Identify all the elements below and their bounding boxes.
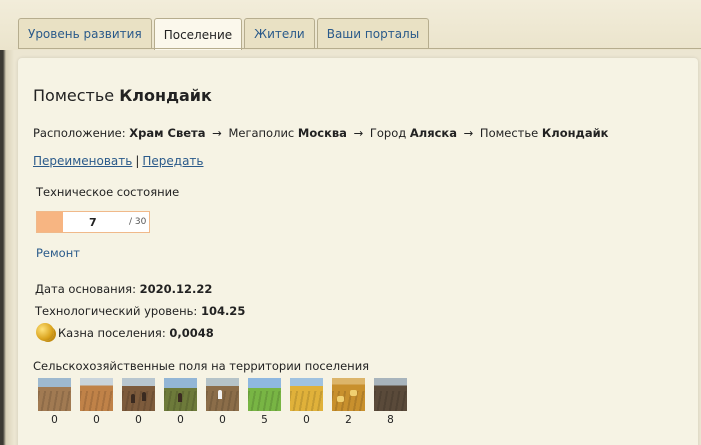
location-city-type: Город [369,126,407,140]
founded-date: Дата основания: 2020.12.22 [35,282,212,296]
action-separator: | [135,154,140,168]
treasury-value: 0,0048 [169,326,214,340]
repair-link[interactable]: Ремонт [36,246,80,260]
field-item[interactable]: 0 [290,378,323,426]
field-count: 5 [261,414,268,426]
field-sowing-image [164,378,197,411]
arrow-icon: → [212,126,222,140]
field-harvest-image [332,378,365,411]
fields-list: 0 0 0 0 0 5 0 2 8 [38,378,407,426]
arrow-icon: → [463,126,474,140]
field-count: 0 [51,414,58,426]
transfer-link[interactable]: Передать [142,154,203,168]
gold-coin-icon [36,323,54,341]
field-count: 2 [345,414,352,426]
field-count: 0 [93,414,100,426]
field-item[interactable]: 5 [248,378,281,426]
fields-label: Сельскохозяйственные поля на территории … [33,359,370,373]
treasury: Казна поселения: 0,0048 [58,326,214,340]
field-workers-image [122,378,155,411]
tech-level-value: 104.25 [200,304,246,318]
progress-value: 7 [89,216,97,229]
field-item[interactable]: 0 [38,378,71,426]
field-green-image [248,378,281,411]
field-count: 0 [219,414,226,426]
treasury-label: Казна поселения: [58,326,166,340]
tech-level-label: Технологический уровень: [35,304,198,318]
tech-state-label: Техническое состояние [36,185,180,199]
page-title: Поместье Клондайк [33,86,212,105]
location-city: Аляска [409,126,457,140]
field-dry-image [80,378,113,411]
location-estate-type: Поместье [479,126,539,140]
field-item[interactable]: 0 [122,378,155,426]
location-estate: Клондайк [541,126,609,140]
tab-portals[interactable]: Ваши порталы [316,18,430,49]
field-count: 0 [135,414,142,426]
location-temple: Храм Света [129,126,206,140]
field-fallow-image [374,378,407,411]
progress-fill [37,212,63,232]
location-megapolis: Москва [297,126,347,140]
progress-max: / 30 [129,217,147,227]
settlement-actions: Переименовать | Передать [33,154,204,168]
field-count: 8 [387,414,394,426]
field-count: 0 [303,414,310,426]
title-prefix: Поместье [33,86,115,105]
tab-development-level[interactable]: Уровень развития [18,18,152,49]
tech-state-progress: 7 / 30 [36,211,150,233]
location-megapolis-type: Мегаполис [228,126,295,140]
tab-divider [18,48,701,49]
field-count: 0 [177,414,184,426]
field-item[interactable]: 2 [332,378,365,426]
founded-label: Дата основания: [35,282,136,296]
field-item[interactable]: 0 [206,378,239,426]
field-ripe-image [290,378,323,411]
field-item[interactable]: 0 [164,378,197,426]
field-item[interactable]: 8 [374,378,407,426]
tech-level: Технологический уровень: 104.25 [35,304,245,318]
tab-residents[interactable]: Жители [244,18,315,49]
field-planting-image [206,378,239,411]
parchment-edge [0,0,14,445]
tab-bar: Уровень развития Поселение Жители Ваши п… [18,18,430,50]
title-name: Клондайк [119,86,212,105]
settlement-panel: Поместье Клондайк Расположение: Храм Све… [18,58,698,445]
arrow-icon: → [353,126,364,140]
location-label: Расположение: [33,126,126,140]
founded-value: 2020.12.22 [139,282,213,296]
location-breadcrumb: Расположение: Храм Света → Мегаполис Мос… [33,126,608,140]
field-plowed-image [38,378,71,411]
tab-settlement[interactable]: Поселение [153,18,243,50]
field-item[interactable]: 0 [80,378,113,426]
rename-link[interactable]: Переименовать [33,154,132,168]
